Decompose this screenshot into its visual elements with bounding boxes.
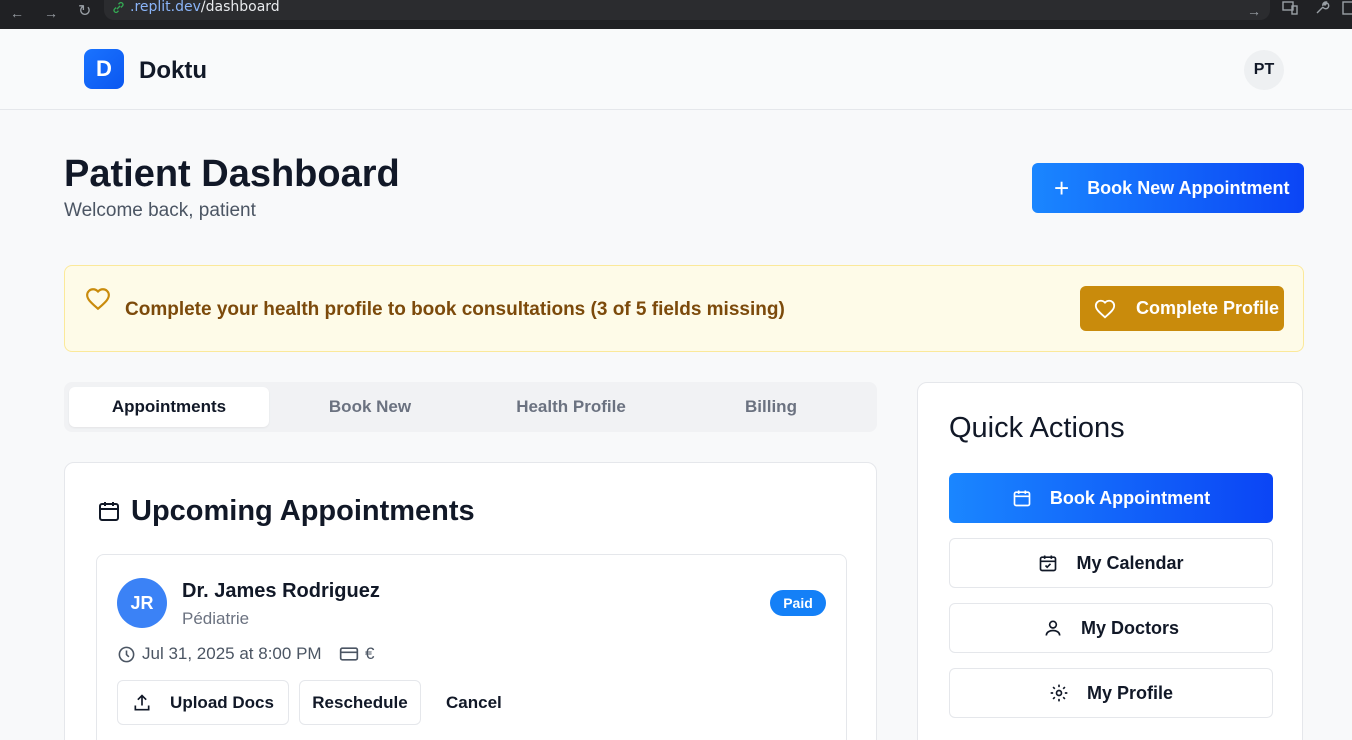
upload-icon	[134, 693, 150, 710]
doctor-specialty: Pédiatrie	[182, 609, 250, 628]
heart-icon	[86, 288, 110, 311]
my-calendar-label: My Calendar	[1076, 552, 1184, 573]
calendar-icon	[99, 502, 119, 521]
banner-message: Complete your health profile to book con…	[125, 299, 785, 320]
complete-profile-label: Complete Profile	[1136, 298, 1280, 318]
upload-docs-button[interactable]: Upload Docs	[117, 680, 289, 725]
url-text: .replit.dev/dashboard	[130, 0, 280, 15]
user-avatar[interactable]: PT	[1244, 50, 1284, 90]
heart-icon	[1094, 299, 1116, 318]
calendar-check-icon	[1040, 555, 1057, 572]
wrench-icon[interactable]	[1314, 0, 1330, 16]
tab-book-new[interactable]: Book New	[270, 387, 470, 427]
appointment-datetime: Jul 31, 2025 at 8:00 PM	[117, 644, 322, 664]
credit-card-icon	[339, 647, 359, 661]
dashboard-tabs: Appointments Book New Health Profile Bil…	[64, 382, 877, 432]
calendar-icon	[1013, 490, 1031, 507]
upcoming-appointments-card: Upcoming Appointments JR Dr. James Rodri…	[64, 462, 877, 740]
brand-name[interactable]: Doktu	[139, 57, 207, 85]
tab-appointments[interactable]: Appointments	[69, 387, 269, 427]
app-header: D Doktu PT	[0, 29, 1352, 110]
my-doctors-button[interactable]: My Doctors	[949, 603, 1273, 653]
forward-arrow-icon[interactable]: →	[44, 6, 58, 20]
tab-health-profile[interactable]: Health Profile	[471, 387, 671, 427]
reschedule-button[interactable]: Reschedule	[299, 680, 421, 725]
url-path: /dashboard	[200, 0, 280, 15]
my-doctors-label: My Doctors	[1080, 617, 1179, 638]
book-new-appointment-label: Book New Appointment	[1087, 177, 1290, 198]
url-domain: .replit.dev	[130, 0, 201, 15]
reload-icon[interactable]: ↻	[78, 4, 91, 20]
page-subtitle: Welcome back, patient	[64, 200, 256, 221]
datetime-text: Jul 31, 2025 at 8:00 PM	[142, 644, 322, 663]
user-icon	[1045, 620, 1061, 636]
link-icon	[113, 1, 124, 14]
status-badge: Paid	[770, 590, 826, 616]
my-calendar-button[interactable]: My Calendar	[949, 538, 1273, 588]
my-profile-label: My Profile	[1086, 682, 1174, 703]
book-appointment-button[interactable]: Book Appointment	[949, 473, 1273, 523]
logo[interactable]: D	[84, 49, 124, 89]
cancel-button[interactable]: Cancel	[446, 680, 502, 725]
upcoming-appointments-title: Upcoming Appointments	[131, 495, 475, 527]
browser-toolbar: ← → ↻ .replit.dev/dashboard →	[0, 0, 1352, 29]
page-title: Patient Dashboard	[64, 153, 400, 195]
price-text: €	[365, 644, 375, 663]
gear-icon	[1050, 684, 1068, 702]
send-arrow-icon[interactable]: →	[1247, 4, 1261, 18]
quick-actions-card: Quick Actions Book Appointment My Calend…	[917, 382, 1303, 740]
profile-warning-banner: Complete your health profile to book con…	[64, 265, 1304, 352]
tab-billing[interactable]: Billing	[671, 387, 871, 427]
doctor-avatar: JR	[117, 578, 167, 628]
book-appointment-label: Book Appointment	[1049, 487, 1211, 508]
device-icon[interactable]	[1282, 0, 1298, 16]
plus-icon: +	[1054, 173, 1070, 203]
appointment-price: €	[339, 644, 374, 664]
complete-profile-button[interactable]: Complete Profile	[1080, 286, 1284, 331]
doctor-name: Dr. James Rodriguez	[182, 580, 380, 602]
quick-actions-title: Quick Actions	[949, 412, 1125, 444]
panel-icon[interactable]	[1342, 0, 1352, 16]
my-profile-button[interactable]: My Profile	[949, 668, 1273, 718]
appointment-item: JR Dr. James Rodriguez Pédiatrie Paid Ju…	[96, 554, 847, 740]
book-new-appointment-button[interactable]: + Book New Appointment	[1032, 163, 1304, 213]
clock-icon	[118, 646, 135, 662]
back-arrow-icon[interactable]: ←	[10, 6, 24, 20]
upload-docs-label: Upload Docs	[170, 692, 274, 712]
